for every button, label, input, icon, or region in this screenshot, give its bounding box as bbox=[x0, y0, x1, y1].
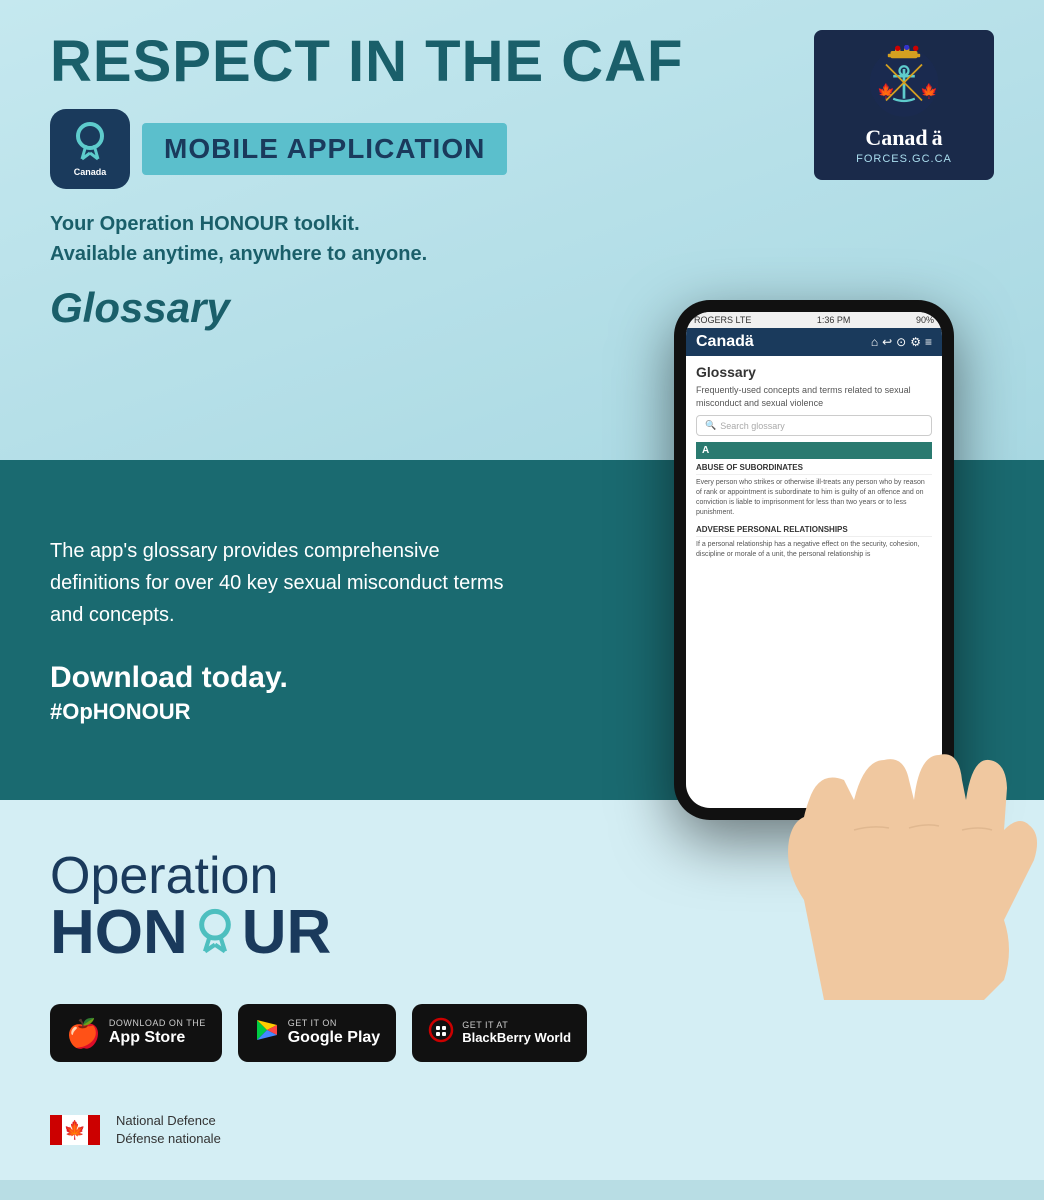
maple-leaf-icon: 🍁 bbox=[64, 1120, 86, 1141]
phone-nav-bar: Canadä ⌂ ↩ ⊙ ⚙ ≡ bbox=[686, 328, 942, 356]
canada-forces-badge: 🍁 🍁 Canad ä FORCES.GC.CA bbox=[814, 30, 994, 180]
app-icon-canada-text: Canada bbox=[74, 167, 107, 177]
blackberry-icon bbox=[428, 1017, 454, 1049]
description-text: The app's glossary provides comprehensiv… bbox=[50, 535, 530, 631]
mobile-app-label: MOBILE APPLICATION bbox=[142, 123, 507, 175]
canada-wordmark: Canad bbox=[865, 125, 927, 151]
home-icon: ⌂ bbox=[871, 335, 878, 349]
phone-hand-wrapper: ROGERS LTE 1:36 PM 90% Canadä ⌂ ↩ ⊙ ⚙ ≡ bbox=[644, 300, 1044, 1000]
phone-nav-icons: ⌂ ↩ ⊙ ⚙ ≡ bbox=[871, 335, 932, 349]
googleplay-big-label: Google Play bbox=[288, 1028, 380, 1047]
hashtag: #OpHONOUR bbox=[50, 699, 530, 725]
appstore-small-label: Download on the bbox=[109, 1018, 206, 1028]
app-badge-row: Canada MOBILE APPLICATION bbox=[50, 109, 684, 189]
mid-section: The app's glossary provides comprehensiv… bbox=[0, 460, 1044, 800]
title-area: RESPECT IN THE CAF Canada MOBILE APPLIC bbox=[50, 30, 684, 332]
app-label-text: MOBILE APPLICATION bbox=[164, 133, 485, 164]
appstore-badge[interactable]: 🍎 Download on the App Store bbox=[50, 1004, 222, 1062]
app-icon: Canada bbox=[50, 109, 130, 189]
mid-text: The app's glossary provides comprehensiv… bbox=[50, 535, 530, 725]
appstore-text: Download on the App Store bbox=[109, 1018, 206, 1047]
canada-flag-icon: 🍁 bbox=[50, 1115, 100, 1145]
menu-icon: ≡ bbox=[925, 335, 932, 349]
settings-icon: ⚙ bbox=[910, 335, 921, 349]
googleplay-text: GET IT ON Google Play bbox=[288, 1018, 380, 1047]
ribbon-icon bbox=[72, 121, 108, 165]
blackberry-badge[interactable]: Get it at BlackBerry World bbox=[412, 1004, 587, 1062]
phone-search-bar[interactable]: 🔍 Search glossary bbox=[696, 415, 932, 436]
forces-url: FORCES.GC.CA bbox=[834, 153, 974, 165]
dept-fr: Défense nationale bbox=[116, 1130, 221, 1148]
phone-page-subtitle: Frequently-used concepts and terms relat… bbox=[696, 384, 932, 409]
tagline: Your Operation HONOUR toolkit. Available… bbox=[50, 209, 684, 269]
phone-term-1: ABUSE OF SUBORDINATES bbox=[696, 463, 932, 475]
phone-search-icon: 🔍 bbox=[705, 420, 716, 431]
phone-letter-header: A bbox=[696, 442, 932, 459]
store-badges: 🍎 Download on the App Store GET IT ON bbox=[50, 1004, 994, 1062]
googleplay-icon bbox=[254, 1017, 280, 1050]
googleplay-small-label: GET IT ON bbox=[288, 1018, 380, 1028]
phone-status-bar: ROGERS LTE 1:36 PM 90% bbox=[686, 312, 942, 328]
appstore-big-label: App Store bbox=[109, 1028, 206, 1047]
svg-text:🍁: 🍁 bbox=[920, 82, 938, 100]
phone-canada-logo: Canadä bbox=[696, 333, 754, 351]
googleplay-badge[interactable]: GET IT ON Google Play bbox=[238, 1004, 396, 1062]
apple-icon: 🍎 bbox=[66, 1017, 101, 1050]
phone-page-title: Glossary bbox=[696, 364, 932, 380]
nd-footer: 🍁 National Defence Défense nationale bbox=[50, 1102, 994, 1148]
back-icon: ↩ bbox=[882, 335, 892, 349]
search-icon: ⊙ bbox=[896, 335, 906, 349]
hand-illustration bbox=[724, 520, 1044, 1000]
blackberry-big-label: BlackBerry World bbox=[462, 1030, 571, 1046]
military-crest-icon: 🍁 🍁 bbox=[859, 45, 949, 120]
blackberry-text: Get it at BlackBerry World bbox=[462, 1020, 571, 1046]
honour-ribbon-icon bbox=[190, 908, 240, 958]
phone-container: ROGERS LTE 1:36 PM 90% Canadä ⌂ ↩ ⊙ ⚙ ≡ bbox=[644, 300, 1044, 1000]
main-title: RESPECT IN THE CAF bbox=[50, 30, 684, 94]
phone-definition-1: Every person who strikes or otherwise il… bbox=[696, 478, 932, 517]
svg-text:🍁: 🍁 bbox=[877, 82, 895, 100]
blackberry-small-label: Get it at bbox=[462, 1020, 571, 1030]
nd-text: National Defence Défense nationale bbox=[116, 1112, 221, 1148]
dept-en: National Defence bbox=[116, 1112, 221, 1130]
download-cta: Download today. bbox=[50, 661, 530, 695]
glossary-title: Glossary bbox=[50, 284, 684, 332]
